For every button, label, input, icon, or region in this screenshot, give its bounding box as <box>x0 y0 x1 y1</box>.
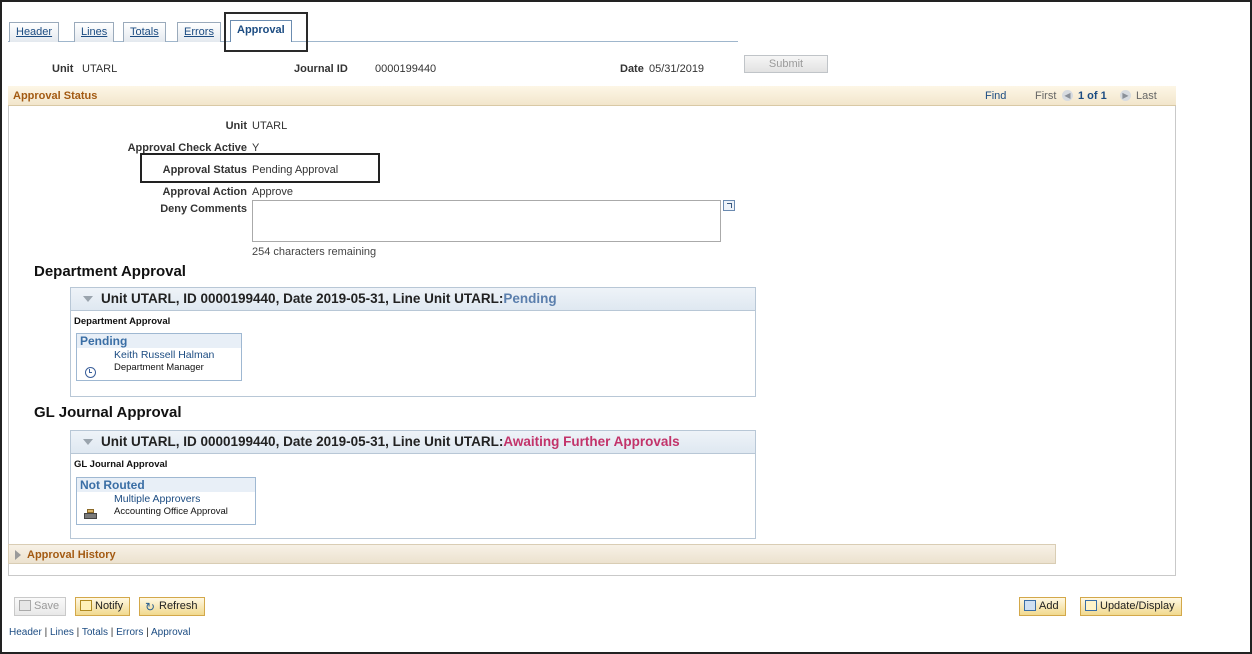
gl-approver-box: Not Routed Multiple Approvers Accounting… <box>76 477 256 525</box>
previous-arrow-icon[interactable]: ◀ <box>1062 90 1073 101</box>
tab-totals[interactable]: Totals <box>123 22 166 42</box>
expand-textarea-icon[interactable] <box>723 200 735 211</box>
department-approval-header[interactable]: Unit UTARL, ID 0000199440, Date 2019-05-… <box>70 287 756 311</box>
gl-approval-body: GL Journal Approval Not Routed Multiple … <box>70 454 756 539</box>
add-button[interactable]: Add <box>1019 597 1066 616</box>
department-approval-title: Department Approval <box>34 263 186 280</box>
tab-lines[interactable]: Lines <box>74 22 115 42</box>
gl-approver-state: Not Routed <box>77 478 255 492</box>
last-link[interactable]: Last <box>1136 90 1157 102</box>
journal-id-value: 0000199440 <box>375 63 437 75</box>
notify-button[interactable]: Notify <box>75 597 131 616</box>
deny-comments-field[interactable] <box>252 200 721 242</box>
row-count: 1 of 1 <box>1078 90 1107 102</box>
bottom-link-header[interactable]: Header <box>9 627 42 638</box>
characters-remaining: 254 characters remaining <box>252 246 377 258</box>
tab-strip-line <box>8 41 738 42</box>
collapse-triangle-icon[interactable] <box>83 439 93 445</box>
department-approver-name-link[interactable]: Keith Russell Halman <box>114 349 214 361</box>
approval-history-bar[interactable]: Approval History <box>8 544 1056 564</box>
expand-triangle-icon[interactable] <box>15 550 21 560</box>
department-approver-state: Pending <box>77 334 241 348</box>
gl-approver-role: Accounting Office Approval <box>114 506 228 517</box>
approval-status-title: Approval Status <box>13 90 98 102</box>
department-approval-subtitle: Department Approval <box>74 316 171 327</box>
department-approver-box: Pending Keith Russell Halman Department … <box>76 333 242 381</box>
find-link[interactable]: Find <box>985 90 1006 102</box>
approval-unit-label: Unit <box>225 120 247 132</box>
save-icon <box>19 600 31 611</box>
update-display-icon <box>1085 600 1097 611</box>
printer-icon <box>84 509 97 520</box>
first-link[interactable]: First <box>1035 90 1056 102</box>
date-label: Date <box>620 63 644 75</box>
deny-comments-label: Deny Comments <box>160 203 247 215</box>
journal-id-label: Journal ID <box>294 63 348 75</box>
approval-status-highlight <box>140 153 380 183</box>
unit-value: UTARL <box>82 63 118 75</box>
tab-header[interactable]: Header <box>9 22 60 42</box>
bottom-link-totals[interactable]: Totals <box>82 627 108 638</box>
gl-approval-subtitle: GL Journal Approval <box>74 459 168 470</box>
tab-approval-highlight <box>224 12 308 52</box>
approval-status-header: Approval Status Find First ◀ 1 of 1 ▶ La… <box>8 86 1176 106</box>
add-icon <box>1024 600 1036 611</box>
clock-icon <box>85 367 96 378</box>
bottom-link-errors[interactable]: Errors <box>116 627 143 638</box>
unit-label: Unit <box>52 63 74 75</box>
refresh-icon: ↻ <box>144 600 156 614</box>
update-display-button[interactable]: Update/Display <box>1080 597 1182 616</box>
date-value: 05/31/2019 <box>649 63 705 75</box>
department-status: Pending <box>503 291 557 306</box>
approval-unit-value: UTARL <box>252 120 288 132</box>
gl-status: Awaiting Further Approvals <box>503 434 680 449</box>
department-approver-role: Department Manager <box>114 362 204 373</box>
bottom-page-links: Header | Lines | Totals | Errors | Appro… <box>9 627 191 638</box>
notify-icon <box>80 600 92 611</box>
department-approval-body: Department Approval Pending Keith Russel… <box>70 311 756 397</box>
tab-errors[interactable]: Errors <box>177 22 221 42</box>
save-button[interactable]: Save <box>14 597 67 616</box>
department-approval-header-text: Unit UTARL, ID 0000199440, Date 2019-05-… <box>101 291 557 306</box>
gl-approver-name-link[interactable]: Multiple Approvers <box>114 493 200 505</box>
bottom-link-approval[interactable]: Approval <box>151 627 190 638</box>
approval-history-title: Approval History <box>27 549 116 561</box>
gl-approval-header[interactable]: Unit UTARL, ID 0000199440, Date 2019-05-… <box>70 430 756 454</box>
refresh-button[interactable]: ↻ Refresh <box>139 597 205 616</box>
collapse-triangle-icon[interactable] <box>83 296 93 302</box>
approval-action-value: Approve <box>252 186 293 198</box>
approval-action-label: Approval Action <box>162 186 247 198</box>
gl-approval-title: GL Journal Approval <box>34 404 182 421</box>
next-arrow-icon[interactable]: ▶ <box>1120 90 1131 101</box>
gl-approval-header-text: Unit UTARL, ID 0000199440, Date 2019-05-… <box>101 434 680 449</box>
submit-button[interactable]: Submit <box>744 55 828 73</box>
bottom-link-lines[interactable]: Lines <box>50 627 74 638</box>
